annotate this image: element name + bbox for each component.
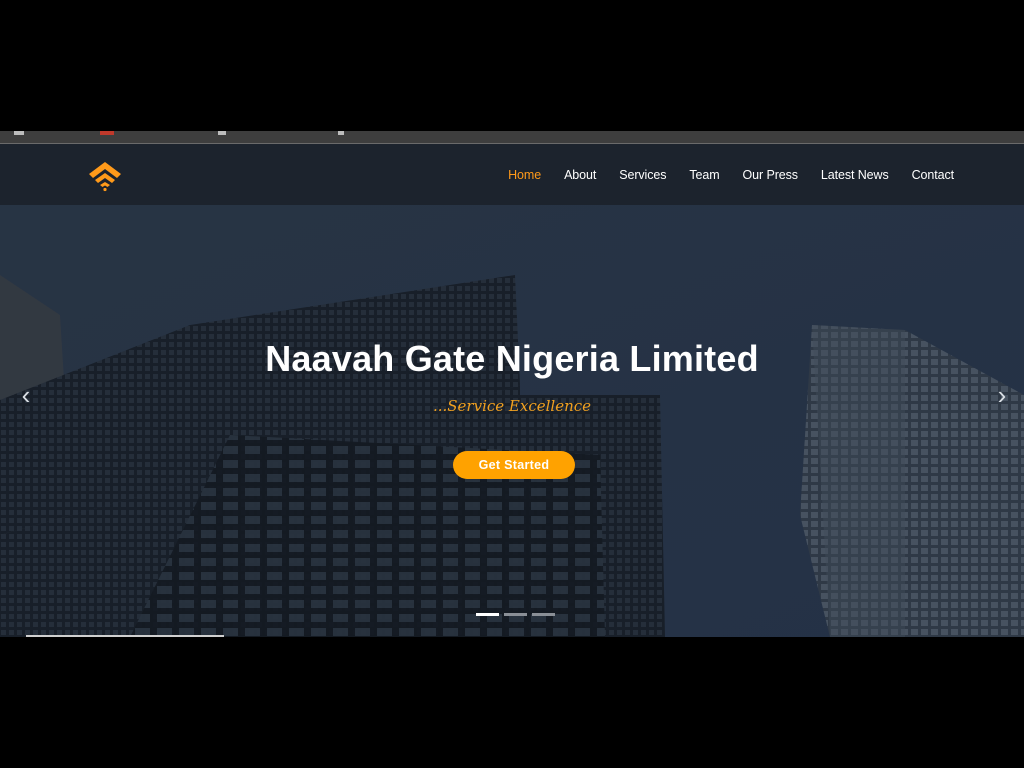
get-started-button[interactable]: Get Started bbox=[453, 451, 575, 479]
slider-indicators bbox=[476, 613, 555, 616]
nav-about[interactable]: About bbox=[564, 168, 596, 182]
nav-contact[interactable]: Contact bbox=[912, 168, 954, 182]
nav-home[interactable]: Home bbox=[508, 168, 541, 182]
nav-latest-news[interactable]: Latest News bbox=[821, 168, 889, 182]
main-nav: Home About Services Team Our Press Lates… bbox=[485, 144, 954, 205]
hero-slider: ‹ › Naavah Gate Nigeria Limited ...Servi… bbox=[0, 205, 1024, 637]
browser-toolbar-strip bbox=[0, 131, 1024, 144]
site-navbar: Home About Services Team Our Press Lates… bbox=[0, 144, 1024, 205]
hero-tagline: ...Service Excellence bbox=[432, 397, 592, 415]
nav-our-press[interactable]: Our Press bbox=[743, 168, 798, 182]
nav-services[interactable]: Services bbox=[619, 168, 666, 182]
slide-indicator-2[interactable] bbox=[504, 613, 527, 616]
hero-title: Naavah Gate Nigeria Limited bbox=[265, 338, 759, 379]
wifi-arch-logo-icon[interactable] bbox=[86, 158, 124, 192]
hero-overlay bbox=[0, 205, 1024, 637]
toolbar-fragment bbox=[100, 131, 114, 135]
browser-viewport: Home About Services Team Our Press Lates… bbox=[0, 131, 1024, 637]
slide-indicator-3[interactable] bbox=[532, 613, 555, 616]
toolbar-fragment bbox=[338, 131, 344, 135]
slide-progress-bar bbox=[26, 635, 224, 637]
slide-indicator-1[interactable] bbox=[476, 613, 499, 616]
toolbar-fragment bbox=[14, 131, 24, 135]
toolbar-fragment bbox=[218, 131, 226, 135]
nav-team[interactable]: Team bbox=[689, 168, 719, 182]
